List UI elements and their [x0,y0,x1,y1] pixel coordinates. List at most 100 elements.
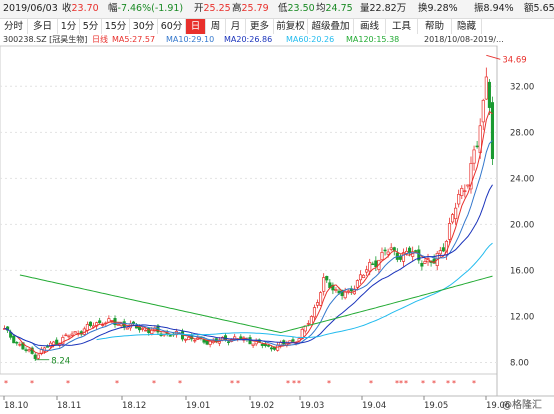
candle-body [138,326,142,331]
candle-body [24,349,28,351]
candle-body [85,324,89,331]
candle-body [125,327,129,330]
candle-body [481,99,485,123]
annotation-label: 34.69 [502,55,526,65]
candle-body [451,214,455,223]
candle-body [457,193,461,205]
event-marker: * [297,379,301,388]
x-tick-label: 19.04 [362,401,386,411]
candle-body [358,274,363,281]
event-marker: * [452,379,456,388]
candle-body [36,354,40,359]
y-tick-label: 20.00 [510,220,534,230]
candle-body [487,81,491,108]
candle-body [414,250,418,252]
candle-body [334,289,338,291]
candle-body [266,345,270,347]
y-tick-label: 12.00 [510,312,534,322]
candle-body [52,341,56,346]
event-marker: * [432,379,436,388]
x-tick-label: 19.02 [250,401,274,411]
candle-body [343,291,347,299]
candle-body [315,302,320,306]
candle-body [208,340,212,345]
candle-body [27,349,31,352]
candle-body [454,207,458,220]
candle-body [312,307,317,318]
annotation-label: 8.24 [51,357,70,367]
candle-body [233,336,237,340]
candle-body [362,274,366,278]
x-tick-label: 18.10 [4,401,28,411]
annotation-leader [486,54,501,60]
event-marker: * [404,379,408,388]
candle-body [460,188,464,196]
x-tick-label: 19.05 [424,401,448,411]
candle-body [119,323,123,326]
candle-body [64,334,68,337]
candle-body [389,247,393,250]
candle-body [55,339,59,345]
event-marker: * [152,379,156,388]
candle-body [187,336,191,341]
candle-body [251,343,255,346]
event-marker: * [30,379,34,388]
candle-body [205,340,209,345]
event-marker: * [230,379,234,388]
event-marker: * [472,379,476,388]
candle-body [18,344,22,346]
candle-body [193,339,197,342]
y-tick-label: 8.00 [510,358,529,368]
candle-body [490,102,495,160]
candle-body [386,251,390,255]
candle-body [88,321,93,327]
candle-body [227,341,231,343]
candle-body [322,277,326,292]
ma-line-ma5 [4,110,493,354]
candle-body [33,354,37,359]
candlestick-chart[interactable]: 32.00 28.00 24.00 20.00 16.00 12.00 8.00 34.69 8… [0,0,554,414]
candle-body [101,324,105,326]
event-marker: * [115,379,119,388]
candle-body [98,320,102,324]
candle-body [365,269,369,273]
candle-body [420,263,424,267]
candle-body [107,318,111,323]
candle-body [70,333,74,336]
x-tick-label: 19.03 [300,401,324,411]
watermark: @格隆汇 [502,398,542,411]
event-marker: * [446,379,450,388]
y-tick-label: 28.00 [510,128,534,138]
candle-body [291,339,295,342]
candle-body [116,324,120,326]
candle-body [309,316,313,326]
candle-body [131,321,135,324]
candle-body [144,329,148,332]
event-marker: * [327,379,331,388]
candle-body [325,275,329,281]
candle-body [447,223,452,240]
event-marker: * [236,379,240,388]
candle-body [15,342,19,344]
candle-body [392,247,396,251]
candle-body [73,331,77,334]
candle-body [260,343,264,346]
y-tick-label: 16.00 [510,266,534,276]
candle-body [263,343,267,347]
event-marker: * [399,379,403,388]
candle-body [368,262,372,272]
candle-body [380,252,384,261]
candle-body [475,145,479,148]
x-tick-label: 18.12 [122,401,146,411]
event-marker: * [66,379,70,388]
candle-body [67,335,71,338]
plot-frame [0,45,498,375]
candle-body [374,260,378,267]
event-marker: * [421,379,425,388]
candle-body [141,328,145,330]
candle-body [319,292,323,306]
candle-body [168,335,172,337]
x-tick-label: 19.01 [186,401,210,411]
event-marker: * [286,379,290,388]
ma-line-ma10 [4,140,493,351]
